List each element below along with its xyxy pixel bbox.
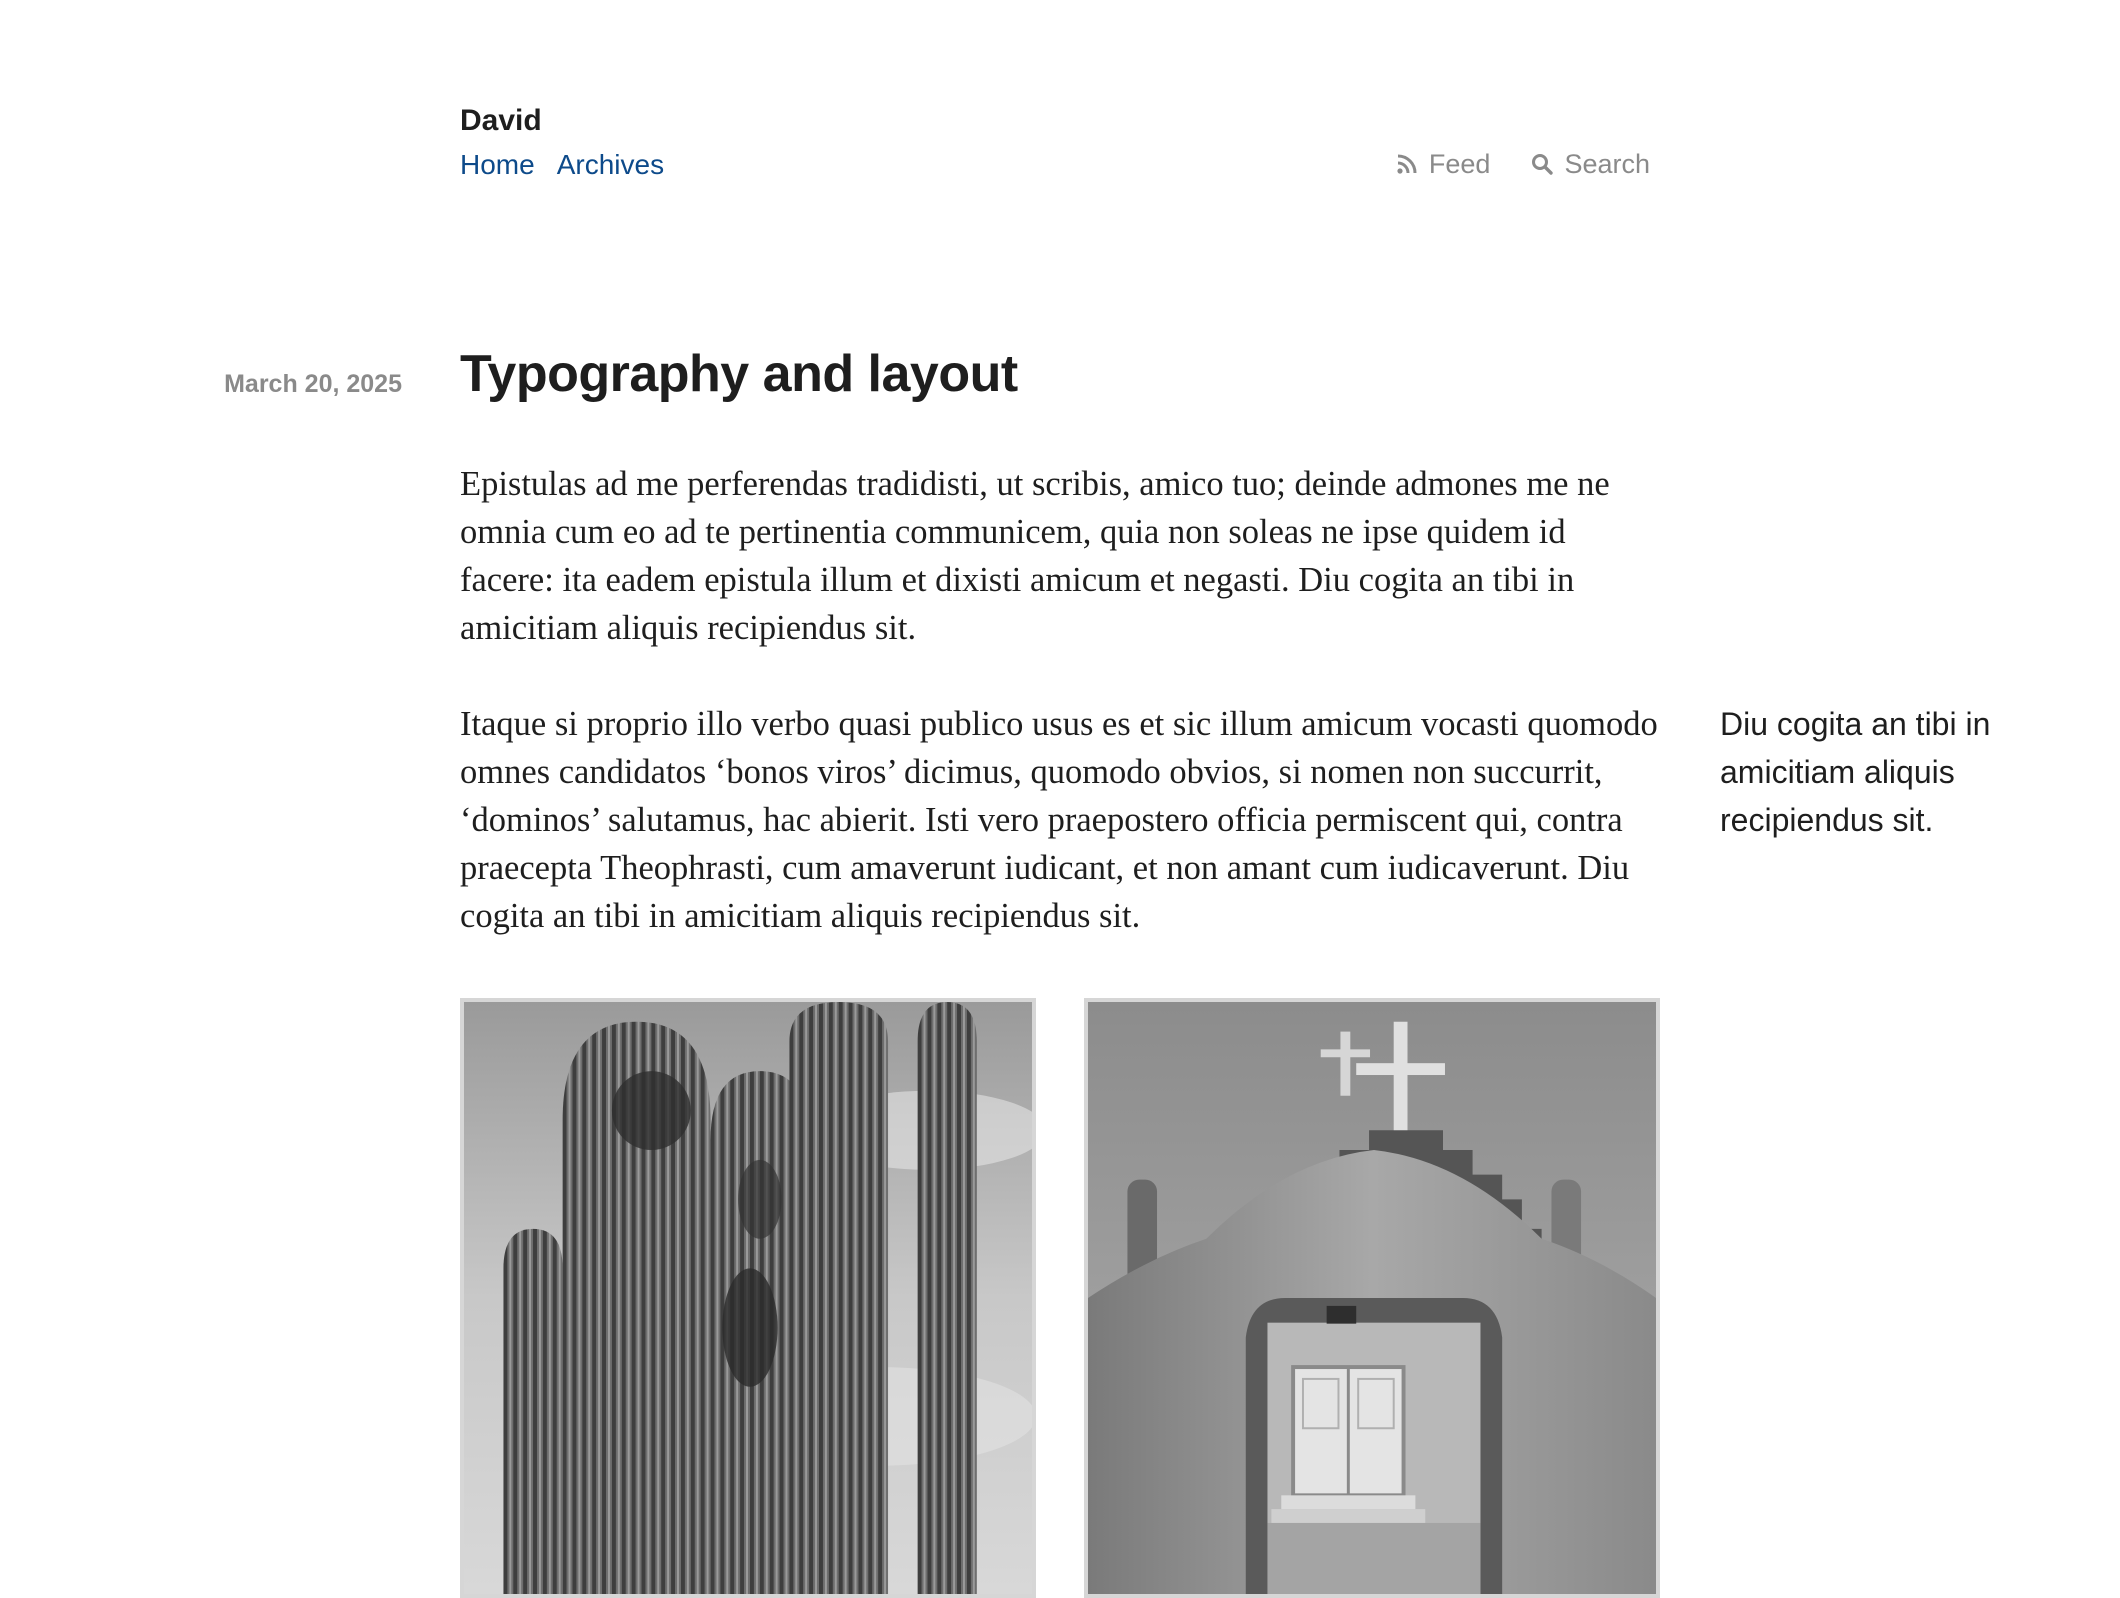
post-body: Epistulas ad me perferendas tradidisti, … <box>460 460 1660 988</box>
search-link[interactable]: Search <box>1530 146 1650 182</box>
figure-row <box>460 998 1660 1598</box>
sidenote: Diu cogita an tibi in amicitiam aliquis … <box>1720 706 1991 838</box>
post-date: March 20, 2025 <box>224 370 402 398</box>
search-icon <box>1532 154 1554 175</box>
paragraph-2: Itaque si proprio illo verbo quasi publi… <box>460 705 1658 935</box>
cactus-photo <box>460 998 1036 1598</box>
nav-link-home[interactable]: Home <box>460 147 535 183</box>
church-photo <box>1084 998 1660 1598</box>
main-nav: Home Archives <box>460 147 664 183</box>
cactus-image <box>464 1002 1032 1594</box>
feed-label: Feed <box>1428 149 1491 179</box>
feed-link[interactable]: Feed <box>1395 146 1491 182</box>
church-image <box>1088 1002 1656 1594</box>
search-label: Search <box>1564 149 1650 179</box>
post-title: Typography and layout <box>460 345 1018 403</box>
rss-icon <box>1397 154 1417 174</box>
paragraph-1: Epistulas ad me perferendas tradidisti, … <box>460 465 1610 647</box>
nav-link-archives[interactable]: Archives <box>557 147 664 183</box>
utility-nav: Feed Search <box>1395 146 1650 182</box>
site-header: David Home Archives Feed Search <box>460 102 1650 192</box>
site-name[interactable]: David <box>460 102 542 140</box>
